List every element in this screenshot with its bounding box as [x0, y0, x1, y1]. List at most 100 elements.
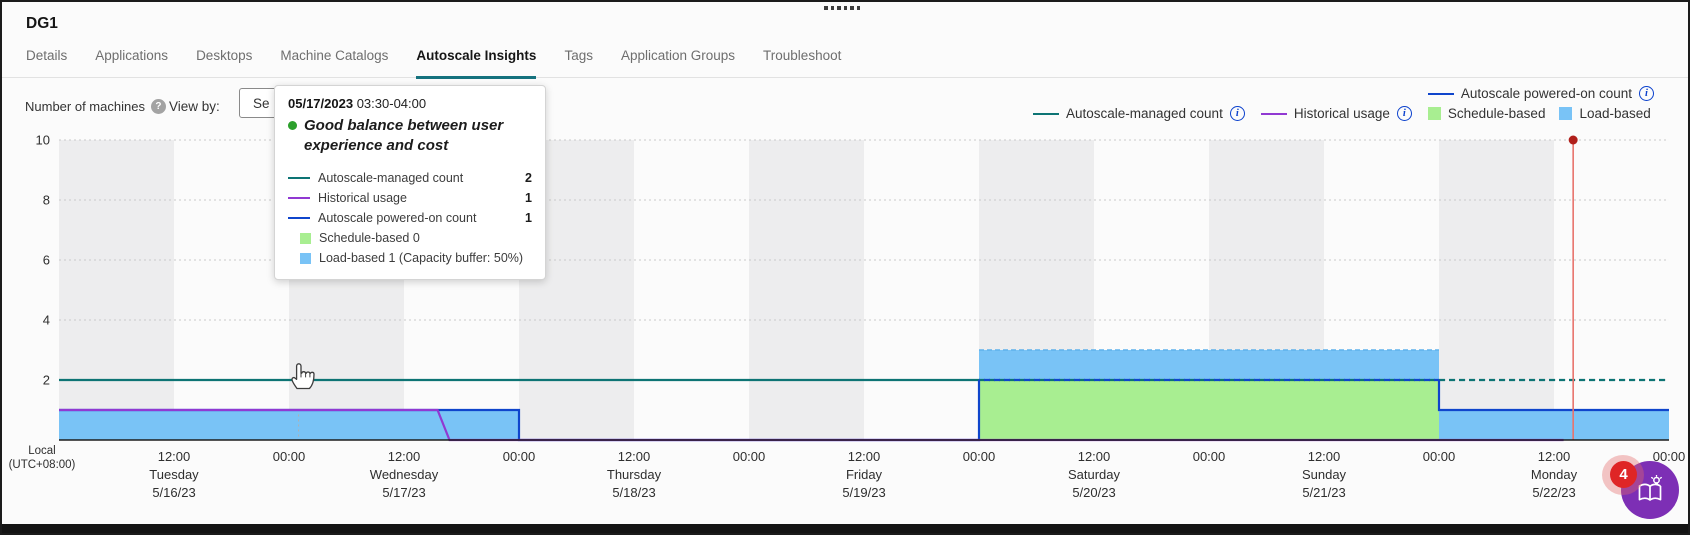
tab-applications[interactable]: Applications — [95, 48, 168, 79]
tab-machine-catalogs[interactable]: Machine Catalogs — [280, 48, 388, 79]
tooltip-row-label: Autoscale-managed count — [318, 171, 463, 185]
view-by-select-value: Se — [253, 96, 270, 111]
area-load-based — [59, 410, 519, 440]
day-label: Tuesday — [149, 467, 199, 482]
x-tick-label: 12:00 — [1078, 449, 1111, 464]
tooltip-row-schedule-based-0: Schedule-based 0 — [288, 231, 532, 245]
day-label: Thursday — [607, 467, 662, 482]
day-band — [749, 140, 864, 440]
x-tick-label: 00:00 — [273, 449, 306, 464]
legend-label: Historical usage — [1294, 106, 1390, 121]
legend-line-swatch — [1033, 113, 1059, 115]
tooltip-rows: Autoscale-managed count 2 Historical usage… — [288, 171, 532, 265]
y-tick-label: 8 — [43, 193, 50, 208]
day-band — [1439, 140, 1554, 440]
tab-autoscale-insights[interactable]: Autoscale Insights — [416, 48, 536, 79]
legend-square-swatch — [1559, 107, 1572, 120]
tooltip-row-label: Historical usage — [318, 191, 407, 205]
x-tick-label: 12:00 — [1538, 449, 1571, 464]
day-band — [59, 140, 174, 440]
x-tick-label: 12:00 — [1308, 449, 1341, 464]
day-label: Friday — [846, 467, 883, 482]
legend-line-swatch — [1261, 113, 1287, 115]
area-load-based — [979, 350, 1439, 380]
tooltip-status-row: Good balance between user experience and… — [288, 116, 532, 155]
status-dot-icon — [288, 121, 297, 130]
x-tick-label: 12:00 — [158, 449, 191, 464]
x-tick-label: 00:00 — [1193, 449, 1226, 464]
chart-tooltip: 05/17/2023 03:30-04:00 Good balance betw… — [274, 85, 546, 280]
y-tick-label: 4 — [43, 313, 50, 328]
tab-details[interactable]: Details — [26, 48, 67, 79]
tooltip-swatch — [300, 253, 311, 264]
tooltip-row-value: 1 — [525, 191, 532, 205]
area-schedule-based — [979, 380, 1439, 440]
legend-autoscale-powered-on-count: Autoscale powered-on count i — [1428, 86, 1654, 101]
date-label: 5/19/23 — [842, 485, 885, 500]
date-label: 5/18/23 — [612, 485, 655, 500]
tooltip-row-label: Schedule-based 0 — [319, 231, 420, 245]
timezone-label: Local — [28, 445, 56, 457]
y-tick-label: 2 — [43, 373, 50, 388]
x-tick-label: 00:00 — [503, 449, 536, 464]
tooltip-title: 05/17/2023 03:30-04:00 — [288, 96, 532, 111]
area-load-based — [1439, 410, 1669, 440]
legend-line-swatch — [1428, 93, 1454, 95]
x-tick-label: 00:00 — [963, 449, 996, 464]
tab-troubleshoot[interactable]: Troubleshoot — [763, 48, 841, 79]
x-tick-label: 12:00 — [848, 449, 881, 464]
legend-label: Autoscale powered-on count — [1461, 86, 1632, 101]
legend-powered-on-group: Autoscale powered-on count i Schedule-ba… — [1428, 86, 1654, 121]
legend-square-swatch — [1428, 107, 1441, 120]
notification-count-badge: 4 — [1610, 461, 1637, 488]
x-tick-label: 00:00 — [1423, 449, 1456, 464]
tab-bar: Details Applications Desktops Machine Catal… — [26, 48, 841, 79]
tooltip-swatch — [288, 177, 310, 179]
legend-load-based: Load-based — [1559, 106, 1650, 121]
legend-autoscale-managed-count: Autoscale-managed count i — [1033, 106, 1245, 121]
legend-schedule-based: Schedule-based — [1428, 106, 1546, 121]
day-label: Monday — [1531, 467, 1578, 482]
window-bottom-edge — [2, 524, 1688, 533]
y-tick-label: 6 — [43, 253, 50, 268]
tooltip-swatch — [288, 217, 310, 219]
tab-tags[interactable]: Tags — [564, 48, 593, 79]
tooltip-time-range: 03:30-04:00 — [357, 96, 426, 111]
tooltip-swatch — [288, 197, 310, 199]
tooltip-row-autoscale-powered-on-count: Autoscale powered-on count 1 — [288, 211, 532, 225]
date-label: 5/17/23 — [382, 485, 425, 500]
info-icon[interactable]: i — [1639, 86, 1654, 101]
legend-label: Autoscale-managed count — [1066, 106, 1223, 121]
current-time-dot — [1569, 136, 1578, 145]
y-tick-label: 10 — [36, 133, 50, 148]
x-tick-label: 12:00 — [618, 449, 651, 464]
timezone-label: (UTC+08:00) — [9, 459, 76, 471]
tooltip-row-load-based-1-capacity-buffer-50: Load-based 1 (Capacity buffer: 50%) — [288, 251, 532, 265]
chart-canvas: 2 4 6 8 10 Local (UTC+08:00) 12:00 00:00 12:00 00:… — [2, 2, 1690, 535]
tooltip-row-label: Autoscale powered-on count — [318, 211, 476, 225]
tooltip-date: 05/17/2023 — [288, 96, 353, 111]
day-label: Saturday — [1068, 467, 1121, 482]
tooltip-row-value: 2 — [525, 171, 532, 185]
date-label: 5/20/23 — [1072, 485, 1115, 500]
x-tick-label: 12:00 — [388, 449, 421, 464]
date-label: 5/22/23 — [1532, 485, 1575, 500]
tooltip-swatch — [300, 233, 311, 244]
tab-desktops[interactable]: Desktops — [196, 48, 252, 79]
legend-fill-row: Schedule-based Load-based — [1428, 106, 1651, 121]
info-icon[interactable]: i — [1397, 106, 1412, 121]
tooltip-row-value: 1 — [525, 211, 532, 225]
date-label: 5/21/23 — [1302, 485, 1345, 500]
tab-application-groups[interactable]: Application Groups — [621, 48, 735, 79]
monitor-window: DG1 DetailsApplicationsDesktopsMachine C… — [0, 0, 1690, 535]
x-tick-label: 00:00 — [733, 449, 766, 464]
day-label: Wednesday — [370, 467, 439, 482]
legend-historical-usage: Historical usage i — [1261, 106, 1412, 121]
chart-legend: Autoscale-managed count i Historical usa… — [1033, 86, 1654, 121]
info-icon[interactable]: i — [1230, 106, 1245, 121]
legend-label: Load-based — [1579, 106, 1650, 121]
tooltip-status-text: Good balance between user experience and… — [304, 116, 512, 155]
date-label: 5/16/23 — [152, 485, 195, 500]
tooltip-row-autoscale-managed-count: Autoscale-managed count 2 — [288, 171, 532, 185]
legend-label: Schedule-based — [1448, 106, 1546, 121]
